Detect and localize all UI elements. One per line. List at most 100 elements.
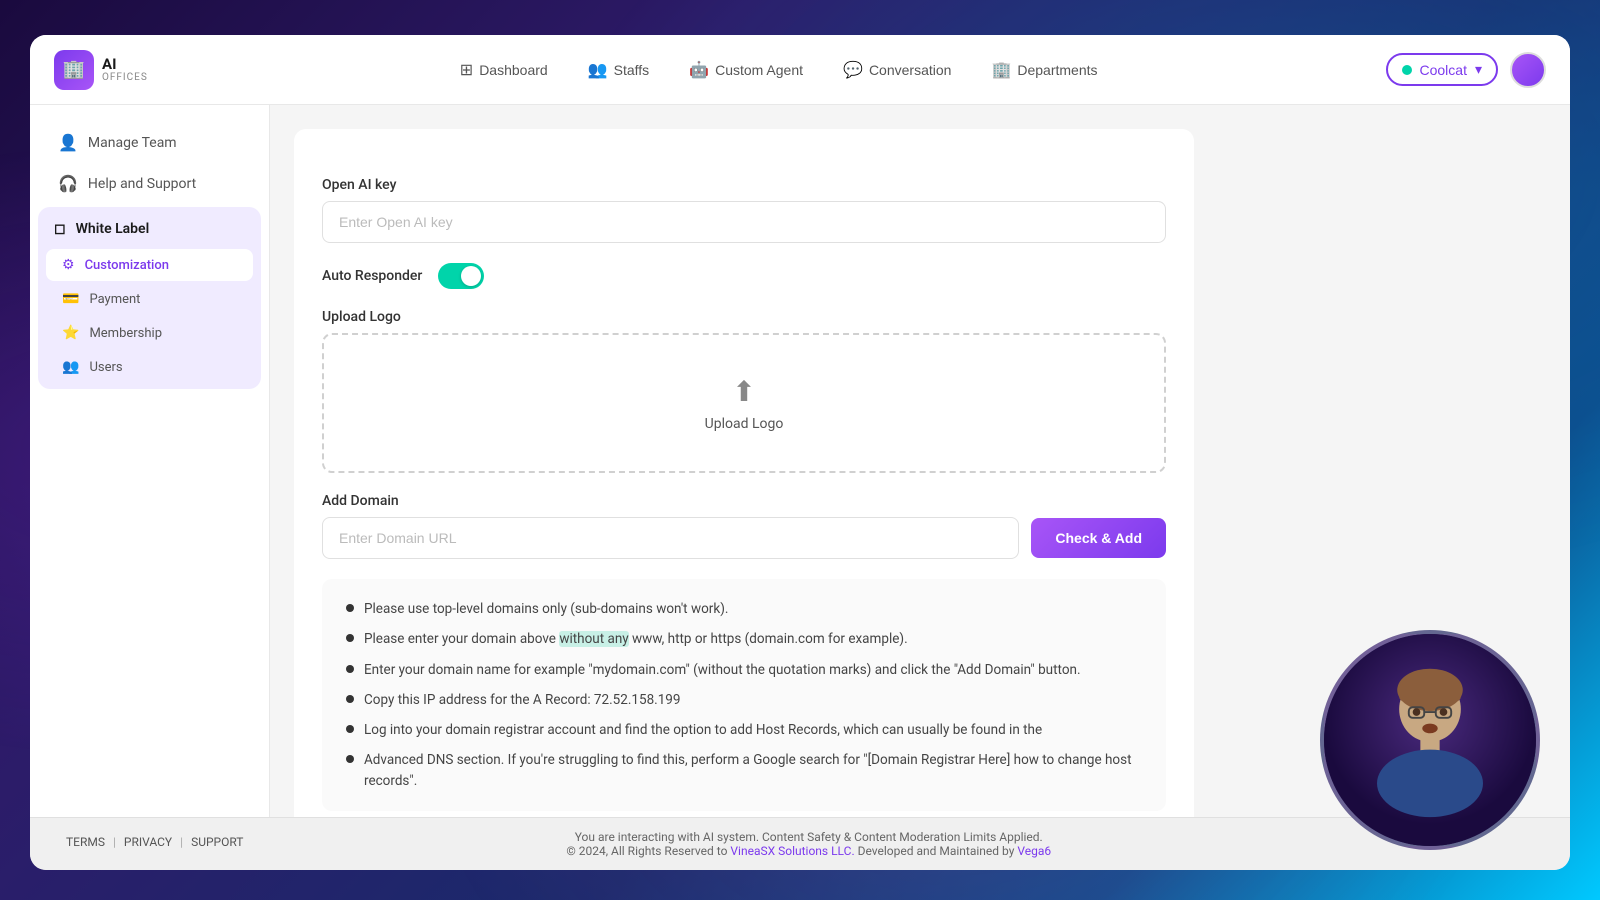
nav-tabs: ⊞ Dashboard 👥 Staffs 🤖 Custom Agent 💬 Co… <box>188 52 1370 88</box>
info-text-5: Log into your domain registrar account a… <box>364 720 1042 740</box>
info-text-3: Enter your domain name for example "mydo… <box>364 660 1081 680</box>
info-item-1: Please use top-level domains only (sub-d… <box>346 599 1142 619</box>
upload-logo-label: Upload Logo <box>322 309 1166 325</box>
domain-url-input[interactable] <box>322 517 1019 559</box>
person-video <box>1324 630 1536 850</box>
tab-conversation-label: Conversation <box>869 62 952 78</box>
sidebar-manage-team-label: Manage Team <box>88 135 177 151</box>
info-item-5: Log into your domain registrar account a… <box>346 720 1142 740</box>
sidebar-white-label-label: White Label <box>76 221 150 237</box>
terms-link[interactable]: TERMS <box>66 835 105 849</box>
bullet-5 <box>346 725 354 733</box>
white-label-icon: ◻ <box>54 221 66 237</box>
tab-departments[interactable]: 🏢 Departments <box>973 52 1115 88</box>
sidebar-sub-payment[interactable]: 💳 Payment <box>46 283 253 315</box>
footer-center: You are interacting with AI system. Cont… <box>566 830 1051 858</box>
sidebar-white-label-section: ◻ White Label ⚙ Customization 💳 Payment … <box>38 207 261 389</box>
auto-responder-row: Auto Responder <box>322 263 1166 289</box>
info-item-4: Copy this IP address for the A Record: 7… <box>346 690 1142 710</box>
info-item-2: Please enter your domain above without a… <box>346 629 1142 649</box>
upload-logo-section: Upload Logo ⬆ Upload Logo <box>322 309 1166 473</box>
top-navigation: 🏢 AI OFFICES ⊞ Dashboard 👥 Staffs 🤖 Cust… <box>30 35 1570 105</box>
logo-subtitle: OFFICES <box>102 72 148 83</box>
sidebar-help-support-label: Help and Support <box>88 176 196 192</box>
info-text-1: Please use top-level domains only (sub-d… <box>364 599 728 619</box>
content-card: Open AI key Auto Responder Upload Logo ⬆… <box>294 129 1194 817</box>
avatar[interactable] <box>1510 52 1546 88</box>
tab-dashboard-label: Dashboard <box>479 62 548 78</box>
upload-icon: ⬆ <box>732 375 755 408</box>
add-domain-row: Check & Add <box>322 517 1166 559</box>
auto-responder-label: Auto Responder <box>322 268 422 284</box>
info-item-6: Advanced DNS section. If you're struggli… <box>346 750 1142 791</box>
vega6-link[interactable]: Vega6 <box>1017 844 1051 858</box>
sidebar-white-label-header[interactable]: ◻ White Label <box>42 211 257 247</box>
footer-copyright-1: You are interacting with AI system. Cont… <box>575 830 1043 844</box>
sidebar-sub-membership[interactable]: ⭐ Membership <box>46 317 253 349</box>
open-ai-key-section: Open AI key <box>322 177 1166 243</box>
logo-icon: 🏢 <box>54 50 94 90</box>
check-add-button[interactable]: Check & Add <box>1031 518 1166 558</box>
sidebar-item-manage-team[interactable]: 👤 Manage Team <box>38 123 261 162</box>
membership-icon: ⭐ <box>62 325 79 341</box>
open-ai-key-label: Open AI key <box>322 177 1166 193</box>
video-avatar <box>1320 630 1540 850</box>
sidebar-sub-customization[interactable]: ⚙ Customization <box>46 249 253 281</box>
bullet-3 <box>346 665 354 673</box>
vinea-link[interactable]: VineaSX Solutions LLC. <box>730 844 854 858</box>
sidebar-sub-customization-label: Customization <box>85 258 169 273</box>
staffs-icon: 👥 <box>588 60 608 80</box>
sidebar: 👤 Manage Team 🎧 Help and Support ◻ White… <box>30 105 270 817</box>
conversation-icon: 💬 <box>843 60 863 80</box>
users-icon: 👥 <box>62 359 79 375</box>
auto-responder-toggle[interactable] <box>438 263 484 289</box>
coolcat-label: Coolcat <box>1420 62 1467 78</box>
bullet-4 <box>346 695 354 703</box>
toggle-knob <box>461 266 481 286</box>
sidebar-sub-users[interactable]: 👥 Users <box>46 351 253 383</box>
support-link[interactable]: SUPPORT <box>191 835 243 849</box>
custom-agent-icon: 🤖 <box>689 60 709 80</box>
logo-text-group: AI OFFICES <box>102 56 148 84</box>
tab-conversation[interactable]: 💬 Conversation <box>825 52 969 88</box>
footer: TERMS | PRIVACY | SUPPORT You are intera… <box>30 817 1570 870</box>
info-text-4: Copy this IP address for the A Record: 7… <box>364 690 681 710</box>
upload-logo-btn-label: Upload Logo <box>705 416 784 432</box>
video-avatar-inner <box>1324 634 1536 846</box>
nav-right: Coolcat ▾ <box>1386 52 1547 88</box>
coolcat-button[interactable]: Coolcat ▾ <box>1386 53 1499 86</box>
tab-staffs-label: Staffs <box>614 62 650 78</box>
bullet-2 <box>346 634 354 642</box>
upload-logo-box[interactable]: ⬆ Upload Logo <box>322 333 1166 473</box>
tab-staffs[interactable]: 👥 Staffs <box>570 52 667 88</box>
domain-info-section: Please use top-level domains only (sub-d… <box>322 579 1166 811</box>
sidebar-sub-membership-label: Membership <box>89 326 162 341</box>
departments-icon: 🏢 <box>991 60 1011 80</box>
info-text-2: Please enter your domain above without a… <box>364 629 908 649</box>
privacy-link[interactable]: PRIVACY <box>124 835 172 849</box>
payment-icon: 💳 <box>62 291 79 307</box>
tab-custom-agent-label: Custom Agent <box>715 62 803 78</box>
dashboard-icon: ⊞ <box>460 60 473 80</box>
help-support-icon: 🎧 <box>58 174 78 193</box>
add-domain-label: Add Domain <box>322 493 1166 509</box>
domain-info-list: Please use top-level domains only (sub-d… <box>346 599 1142 791</box>
tab-departments-label: Departments <box>1017 62 1097 78</box>
logo[interactable]: 🏢 AI OFFICES <box>54 50 148 90</box>
sidebar-item-help-support[interactable]: 🎧 Help and Support <box>38 164 261 203</box>
manage-team-icon: 👤 <box>58 133 78 152</box>
tab-custom-agent[interactable]: 🤖 Custom Agent <box>671 52 821 88</box>
coolcat-status-dot <box>1402 65 1412 75</box>
footer-links: TERMS | PRIVACY | SUPPORT <box>66 835 243 849</box>
customization-icon: ⚙ <box>62 257 75 273</box>
coolcat-chevron: ▾ <box>1475 61 1482 78</box>
logo-title: AI <box>102 56 148 73</box>
info-item-3: Enter your domain name for example "mydo… <box>346 660 1142 680</box>
bullet-1 <box>346 604 354 612</box>
tab-dashboard[interactable]: ⊞ Dashboard <box>442 52 566 88</box>
sep-2: | <box>180 835 183 849</box>
open-ai-key-input[interactable] <box>322 201 1166 243</box>
sep-1: | <box>113 835 116 849</box>
sidebar-sub-users-label: Users <box>89 360 122 375</box>
info-text-6: Advanced DNS section. If you're struggli… <box>364 750 1142 791</box>
